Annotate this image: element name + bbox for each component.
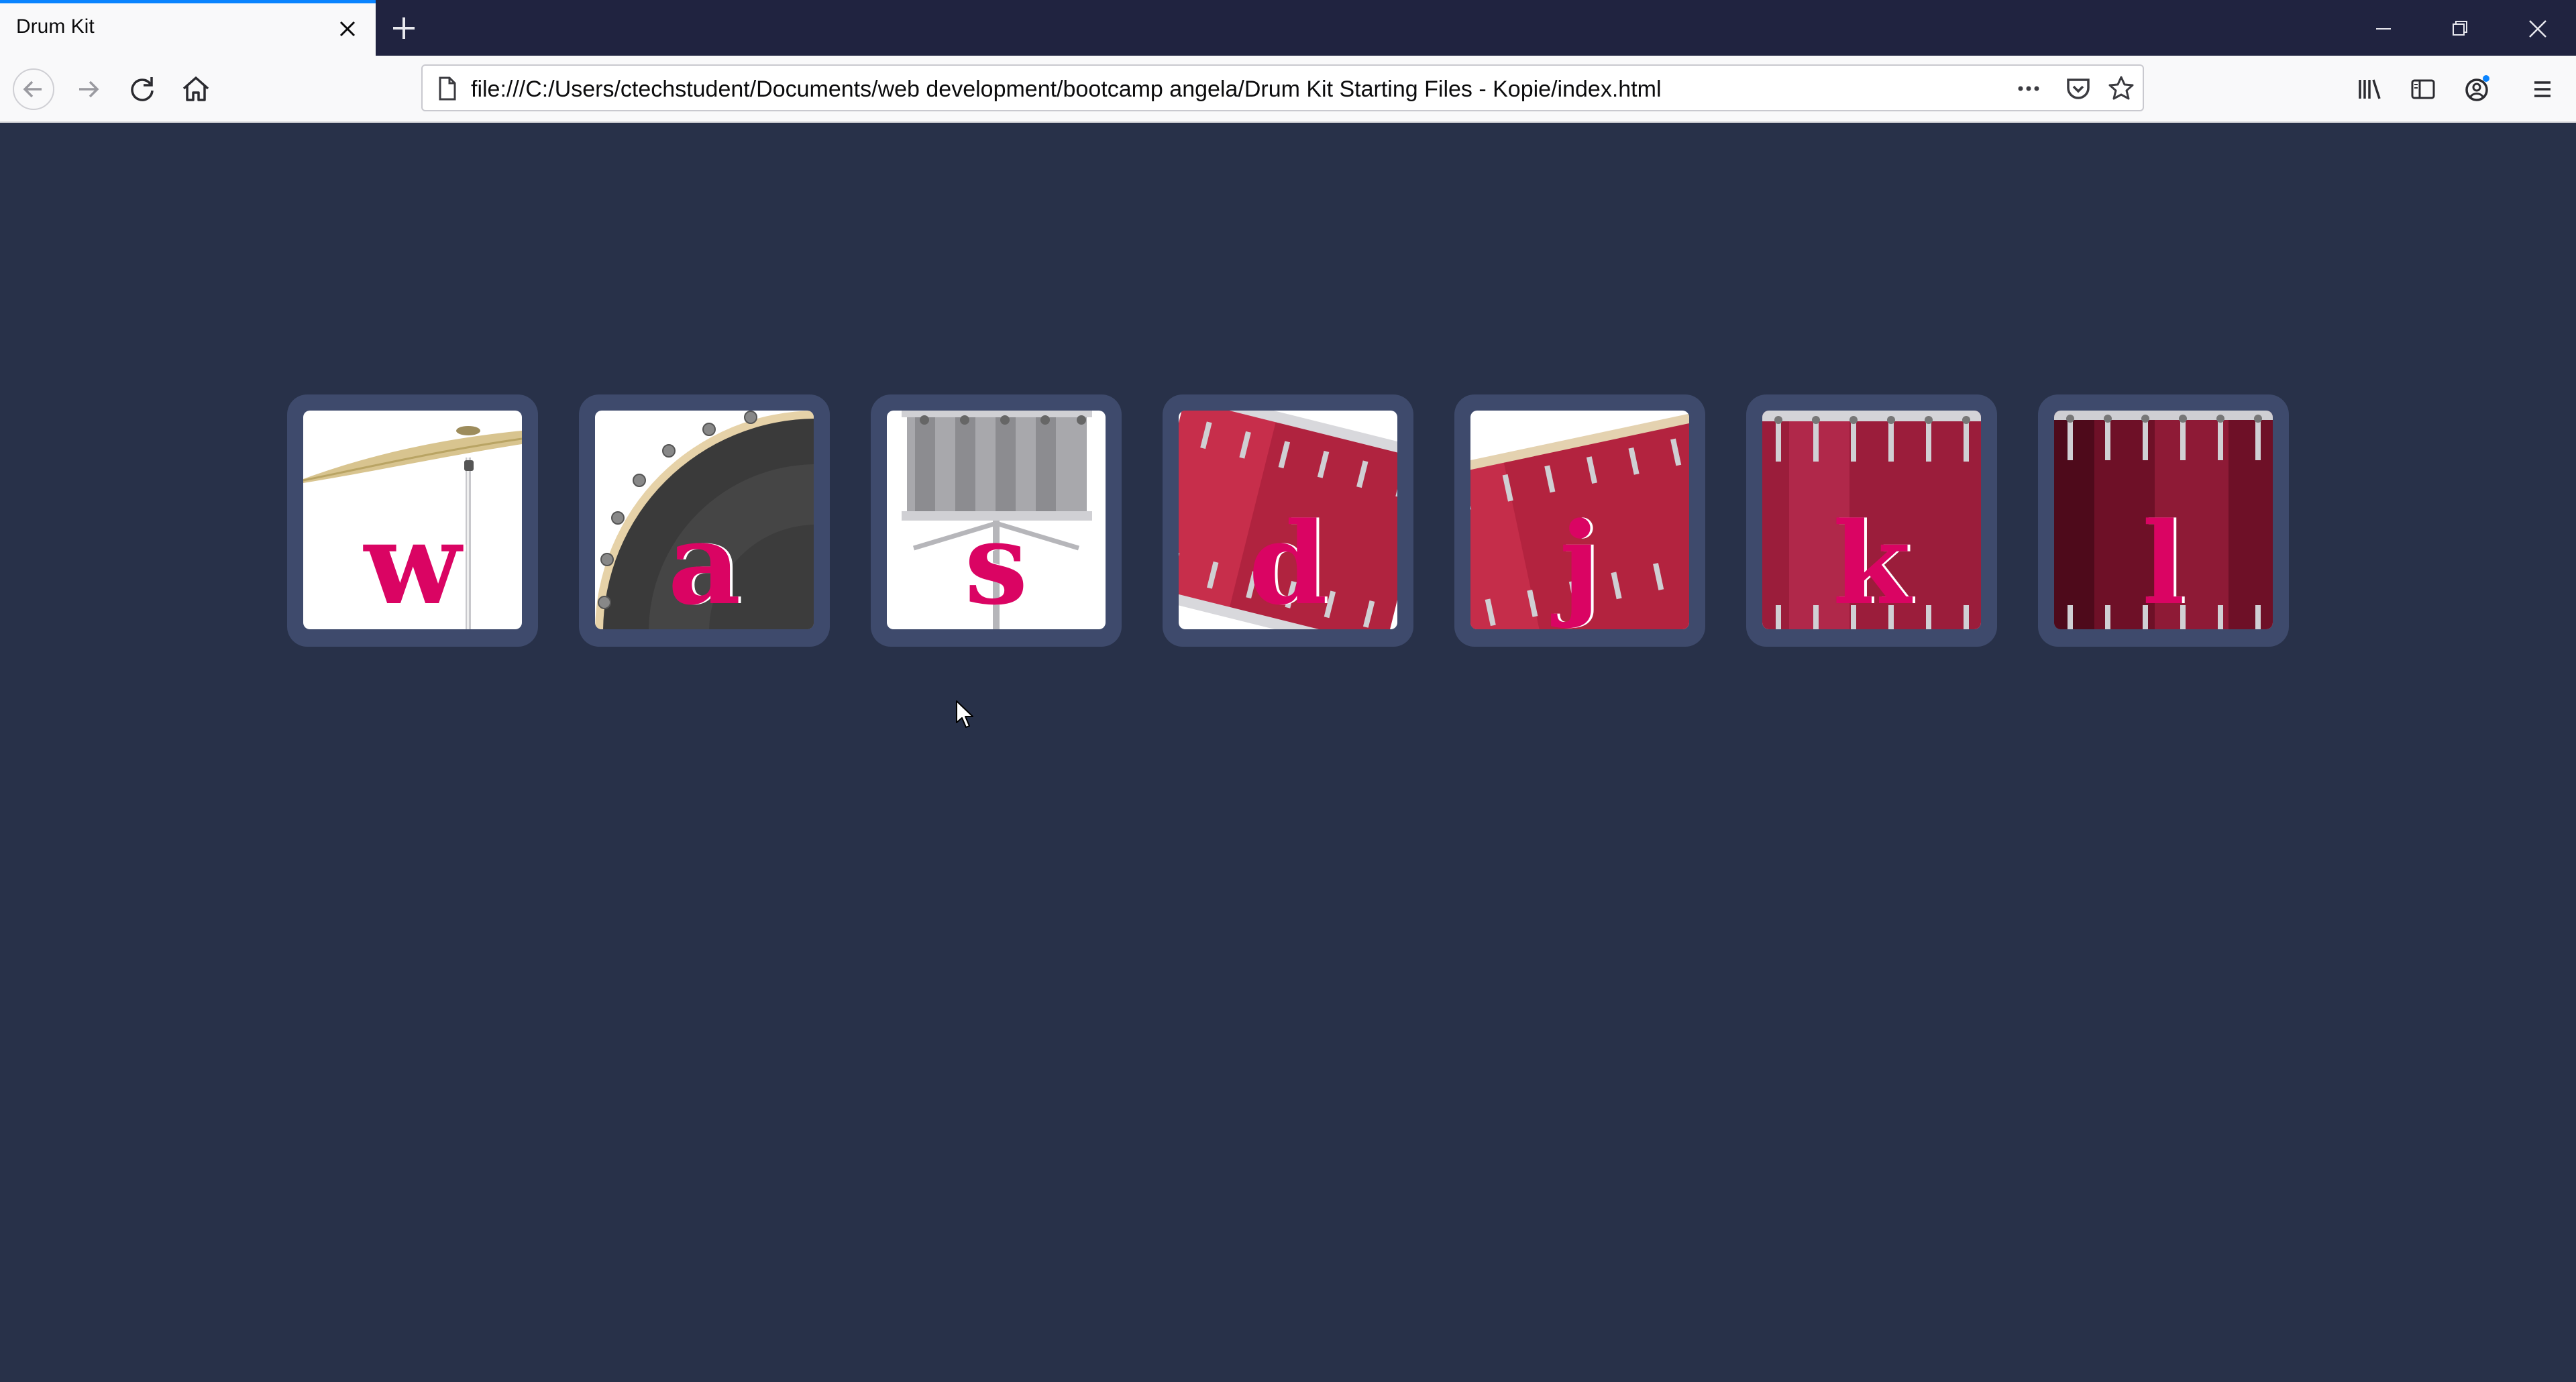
back-arrow-icon[interactable] [12, 68, 55, 111]
drum-button-k[interactable]: k [1746, 394, 1997, 647]
drum-button-w[interactable]: w [287, 394, 538, 647]
sidebar-icon[interactable] [2402, 68, 2445, 111]
mouse-cursor-icon [955, 700, 975, 729]
more-icon[interactable] [2012, 72, 2045, 105]
url-bar[interactable]: file:///C:/Users/ctechstudent/Documents/… [421, 64, 2144, 111]
star-icon[interactable] [2105, 72, 2137, 105]
navigation-bar: file:///C:/Users/ctechstudent/Documents/… [0, 56, 2576, 123]
drum-button-a[interactable]: a [579, 394, 830, 647]
menu-icon[interactable] [2521, 68, 2564, 111]
reload-icon[interactable] [121, 68, 164, 111]
drum-button-d[interactable]: d [1163, 394, 1413, 647]
tab-drum-kit[interactable]: Drum Kit [0, 0, 376, 56]
close-icon[interactable] [333, 14, 362, 44]
url-text[interactable]: file:///C:/Users/ctechstudent/Documents/… [471, 76, 1662, 103]
minimize-icon[interactable] [2367, 12, 2400, 46]
drum-button-s[interactable]: s [871, 394, 1122, 647]
tab-title: Drum Kit [16, 15, 95, 38]
drum-key-label: s [964, 497, 1028, 629]
window-close-icon[interactable] [2521, 12, 2555, 46]
tom-3-image: k [1762, 411, 1981, 629]
tom-1-image: d [1179, 411, 1397, 629]
account-icon[interactable] [2455, 68, 2498, 111]
tom-4-image: l [2054, 411, 2273, 629]
tab-bar: Drum Kit [0, 0, 2576, 56]
drum-button-l[interactable]: l [2038, 394, 2289, 647]
home-icon[interactable] [174, 68, 217, 111]
drum-key-label: k [1832, 497, 1911, 629]
restore-icon[interactable] [2443, 12, 2477, 46]
drum-key-label: j [1559, 497, 1601, 629]
pocket-icon[interactable] [2062, 72, 2094, 105]
drum-key-label: d [1248, 497, 1328, 629]
snare-image: s [887, 411, 1106, 629]
forward-arrow-icon[interactable] [67, 68, 110, 111]
drum-key-label: a [667, 497, 741, 629]
tom-2-image: j [1470, 411, 1689, 629]
plus-icon[interactable] [388, 12, 420, 44]
page-icon [431, 72, 463, 105]
crash-cymbal-image: w [303, 411, 522, 629]
kick-bass-image: a [595, 411, 814, 629]
library-icon[interactable] [2348, 68, 2391, 111]
drum-key-label: l [2142, 497, 2185, 629]
drum-key-label: w [364, 497, 462, 629]
drum-button-j[interactable]: j [1454, 394, 1705, 647]
